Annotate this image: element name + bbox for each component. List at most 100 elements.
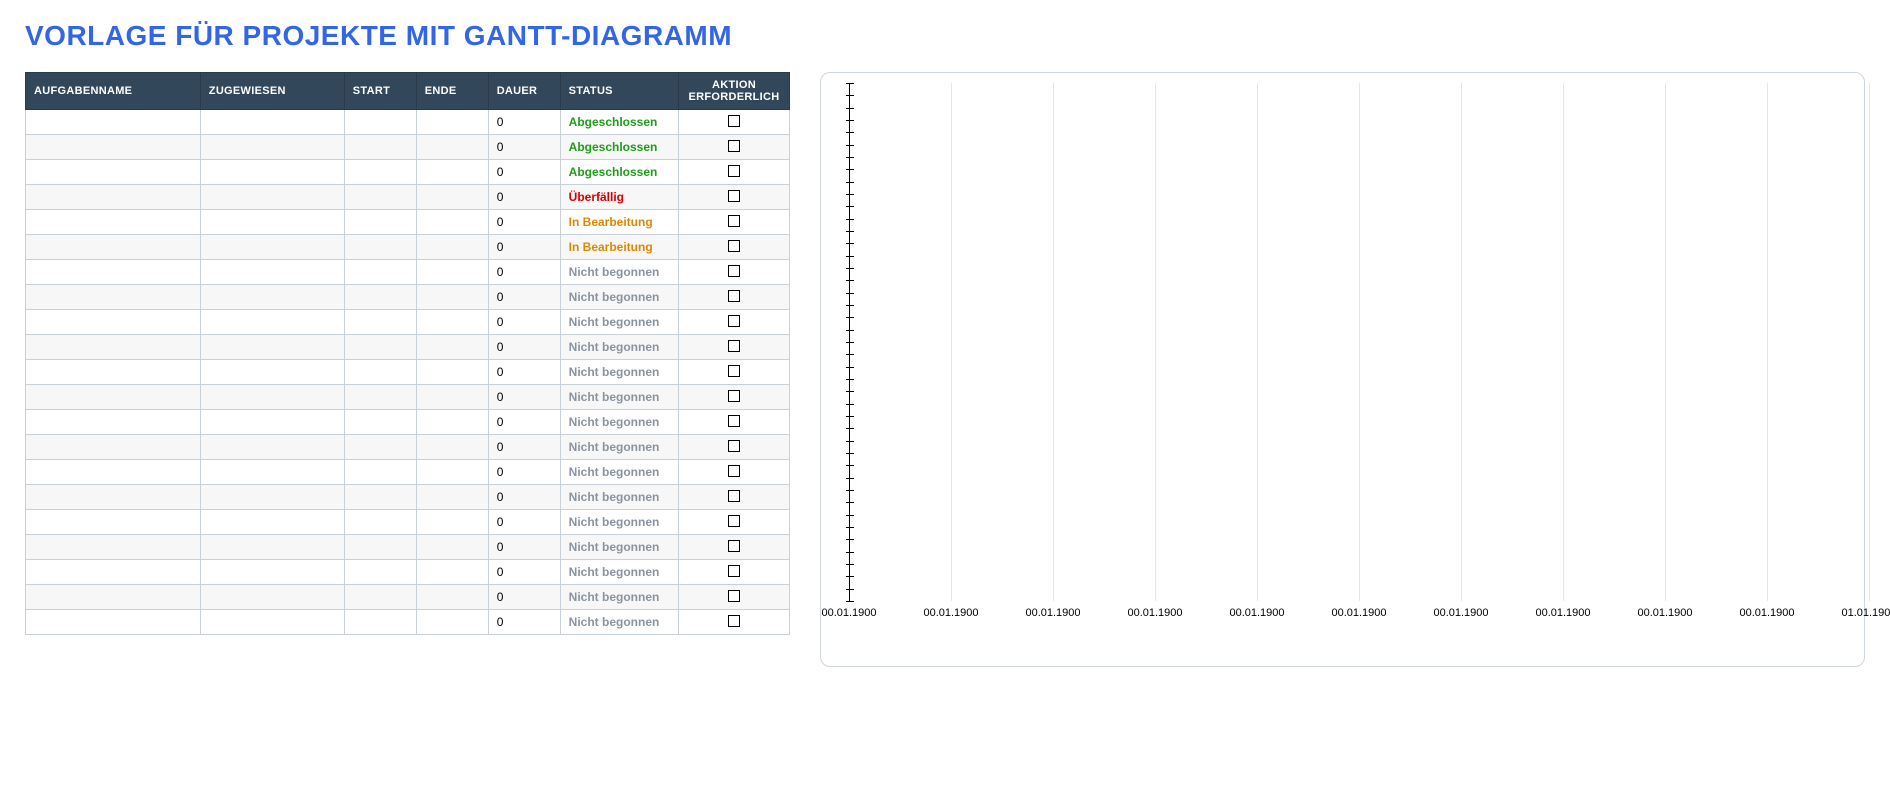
action-checkbox[interactable]: [728, 190, 740, 202]
cell-end[interactable]: [416, 185, 488, 210]
action-checkbox[interactable]: [728, 540, 740, 552]
cell-end[interactable]: [416, 235, 488, 260]
cell-start[interactable]: [344, 410, 416, 435]
cell-status[interactable]: Abgeschlossen: [560, 110, 678, 135]
action-checkbox[interactable]: [728, 240, 740, 252]
cell-duration[interactable]: 0: [488, 185, 560, 210]
cell-status[interactable]: Nicht begonnen: [560, 335, 678, 360]
cell-status[interactable]: Nicht begonnen: [560, 410, 678, 435]
cell-name[interactable]: [26, 135, 201, 160]
cell-name[interactable]: [26, 385, 201, 410]
action-checkbox[interactable]: [728, 390, 740, 402]
cell-status[interactable]: Abgeschlossen: [560, 135, 678, 160]
cell-name[interactable]: [26, 210, 201, 235]
action-checkbox[interactable]: [728, 440, 740, 452]
cell-assigned[interactable]: [200, 260, 344, 285]
cell-name[interactable]: [26, 310, 201, 335]
cell-assigned[interactable]: [200, 585, 344, 610]
cell-duration[interactable]: 0: [488, 410, 560, 435]
cell-start[interactable]: [344, 110, 416, 135]
cell-assigned[interactable]: [200, 510, 344, 535]
cell-status[interactable]: Nicht begonnen: [560, 285, 678, 310]
cell-assigned[interactable]: [200, 535, 344, 560]
cell-duration[interactable]: 0: [488, 285, 560, 310]
cell-status[interactable]: Nicht begonnen: [560, 435, 678, 460]
action-checkbox[interactable]: [728, 465, 740, 477]
cell-status[interactable]: Nicht begonnen: [560, 510, 678, 535]
cell-assigned[interactable]: [200, 485, 344, 510]
cell-name[interactable]: [26, 560, 201, 585]
action-checkbox[interactable]: [728, 415, 740, 427]
action-checkbox[interactable]: [728, 615, 740, 627]
cell-assigned[interactable]: [200, 310, 344, 335]
action-checkbox[interactable]: [728, 565, 740, 577]
cell-assigned[interactable]: [200, 285, 344, 310]
cell-status[interactable]: Nicht begonnen: [560, 360, 678, 385]
cell-end[interactable]: [416, 585, 488, 610]
cell-name[interactable]: [26, 460, 201, 485]
cell-assigned[interactable]: [200, 385, 344, 410]
cell-start[interactable]: [344, 385, 416, 410]
cell-assigned[interactable]: [200, 460, 344, 485]
cell-name[interactable]: [26, 110, 201, 135]
cell-assigned[interactable]: [200, 185, 344, 210]
cell-start[interactable]: [344, 585, 416, 610]
cell-start[interactable]: [344, 285, 416, 310]
cell-status[interactable]: Nicht begonnen: [560, 535, 678, 560]
cell-start[interactable]: [344, 185, 416, 210]
action-checkbox[interactable]: [728, 265, 740, 277]
cell-status[interactable]: Abgeschlossen: [560, 160, 678, 185]
cell-status[interactable]: In Bearbeitung: [560, 210, 678, 235]
cell-status[interactable]: Nicht begonnen: [560, 485, 678, 510]
cell-assigned[interactable]: [200, 335, 344, 360]
cell-name[interactable]: [26, 410, 201, 435]
action-checkbox[interactable]: [728, 340, 740, 352]
cell-start[interactable]: [344, 310, 416, 335]
action-checkbox[interactable]: [728, 515, 740, 527]
cell-end[interactable]: [416, 385, 488, 410]
cell-name[interactable]: [26, 535, 201, 560]
cell-start[interactable]: [344, 260, 416, 285]
cell-start[interactable]: [344, 335, 416, 360]
cell-duration[interactable]: 0: [488, 485, 560, 510]
cell-duration[interactable]: 0: [488, 510, 560, 535]
cell-duration[interactable]: 0: [488, 135, 560, 160]
cell-start[interactable]: [344, 160, 416, 185]
cell-duration[interactable]: 0: [488, 335, 560, 360]
cell-duration[interactable]: 0: [488, 360, 560, 385]
cell-name[interactable]: [26, 235, 201, 260]
cell-status[interactable]: Nicht begonnen: [560, 460, 678, 485]
cell-name[interactable]: [26, 435, 201, 460]
cell-start[interactable]: [344, 435, 416, 460]
cell-status[interactable]: Nicht begonnen: [560, 610, 678, 635]
cell-name[interactable]: [26, 160, 201, 185]
cell-duration[interactable]: 0: [488, 560, 560, 585]
cell-assigned[interactable]: [200, 110, 344, 135]
cell-start[interactable]: [344, 360, 416, 385]
cell-name[interactable]: [26, 285, 201, 310]
cell-start[interactable]: [344, 135, 416, 160]
cell-end[interactable]: [416, 285, 488, 310]
cell-assigned[interactable]: [200, 610, 344, 635]
cell-duration[interactable]: 0: [488, 235, 560, 260]
cell-start[interactable]: [344, 485, 416, 510]
action-checkbox[interactable]: [728, 140, 740, 152]
cell-start[interactable]: [344, 460, 416, 485]
cell-end[interactable]: [416, 310, 488, 335]
cell-start[interactable]: [344, 510, 416, 535]
action-checkbox[interactable]: [728, 215, 740, 227]
cell-start[interactable]: [344, 210, 416, 235]
cell-name[interactable]: [26, 510, 201, 535]
cell-end[interactable]: [416, 260, 488, 285]
action-checkbox[interactable]: [728, 490, 740, 502]
cell-assigned[interactable]: [200, 560, 344, 585]
cell-status[interactable]: In Bearbeitung: [560, 235, 678, 260]
cell-duration[interactable]: 0: [488, 585, 560, 610]
cell-end[interactable]: [416, 110, 488, 135]
cell-name[interactable]: [26, 260, 201, 285]
cell-duration[interactable]: 0: [488, 260, 560, 285]
cell-status[interactable]: Nicht begonnen: [560, 260, 678, 285]
action-checkbox[interactable]: [728, 315, 740, 327]
cell-name[interactable]: [26, 485, 201, 510]
cell-assigned[interactable]: [200, 210, 344, 235]
